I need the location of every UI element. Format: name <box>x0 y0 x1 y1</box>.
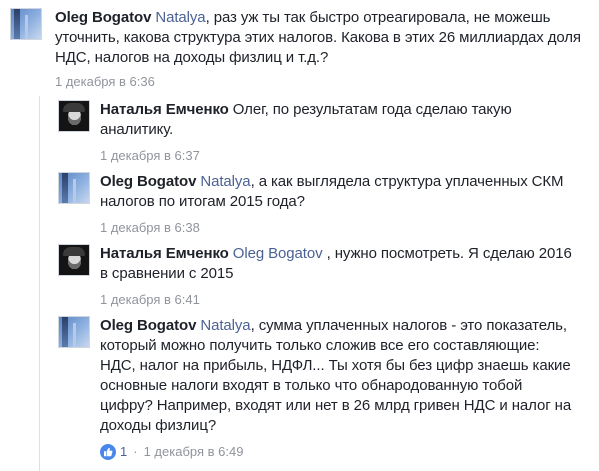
comment-text-line: налогов по итогам 2015 года? <box>100 193 305 210</box>
timestamp-link[interactable]: 1 декабря в 6:38 <box>100 220 200 236</box>
comment-text-line: уточнить, какова структура этих налогов.… <box>55 29 581 46</box>
avatar[interactable] <box>10 8 42 40</box>
comment-text-line: цифру? Например, входят или нет в 26 млр… <box>100 397 572 414</box>
comment-text-line: , нужно посмотреть. Я сделаю 2016 <box>322 245 572 262</box>
comment-author[interactable]: Наталья Емченко <box>100 245 229 262</box>
mention-link[interactable]: Oleg Bogatov <box>233 245 323 262</box>
timestamp-link[interactable]: 1 декабря в 6:37 <box>100 148 200 164</box>
comment-meta: 1 декабря в 6:38 <box>100 220 563 236</box>
mention-link[interactable]: Natalya <box>200 317 250 334</box>
comment-reply: Oleg Bogatov Natalya, а как выглядела ст… <box>58 172 564 236</box>
comment-meta: 1 · 1 декабря в 6:49 <box>100 444 571 460</box>
comment-text-line: Олег, по результатам года сделаю такую <box>228 101 512 118</box>
mention-link[interactable]: Natalya <box>155 9 205 26</box>
reply-thread-line <box>39 96 40 471</box>
comment-reply: Наталья Емченко Oleg Bogatov , нужно пос… <box>58 244 572 308</box>
comment-reply: Наталья Емченко Олег, по результатам год… <box>58 100 512 164</box>
timestamp-link[interactable]: 1 декабря в 6:49 <box>144 444 244 460</box>
comment-reply: Oleg Bogatov Natalya, сумма уплаченных н… <box>58 316 571 460</box>
avatar[interactable] <box>58 244 90 276</box>
comment-meta: 1 декабря в 6:36 <box>55 74 581 90</box>
comment: Oleg Bogatov Natalya, раз уж ты так быст… <box>10 8 581 90</box>
avatar[interactable] <box>58 100 90 132</box>
timestamp-link[interactable]: 1 декабря в 6:41 <box>100 292 200 308</box>
comment-meta: 1 декабря в 6:41 <box>100 292 572 308</box>
thumbs-up-icon[interactable] <box>100 444 116 460</box>
comment-text-line: аналитику. <box>100 121 174 138</box>
comment-author[interactable]: Oleg Bogatov <box>100 317 196 334</box>
mention-link[interactable]: Natalya <box>200 173 250 190</box>
comment-text: Наталья Емченко Oleg Bogatov , нужно пос… <box>100 244 572 284</box>
comment-text-line: доходы физлиц? <box>100 417 217 434</box>
avatar[interactable] <box>58 172 90 204</box>
comment-text: Oleg Bogatov Natalya, раз уж ты так быст… <box>55 8 581 68</box>
comment-text-line: , раз уж ты так быстро отреагировала, не… <box>205 9 551 26</box>
comment-text-line: в сравнении с 2015 <box>100 265 234 282</box>
comment-meta: 1 декабря в 6:37 <box>100 148 512 164</box>
comment-author[interactable]: Oleg Bogatov <box>100 173 196 190</box>
comment-text: Наталья Емченко Олег, по результатам год… <box>100 100 512 140</box>
comment-text-line: , а как выглядела структура уплаченных С… <box>250 173 564 190</box>
comment-text: Oleg Bogatov Natalya, сумма уплаченных н… <box>100 316 571 436</box>
comment-text: Oleg Bogatov Natalya, а как выглядела ст… <box>100 172 564 212</box>
comment-text-line: НДС, налог на прибыль, НДФЛ... Ты хотя б… <box>100 357 571 374</box>
like-count[interactable]: 1 <box>120 444 127 460</box>
comment-text-line: который можно получить только сложив все… <box>100 337 540 354</box>
comment-text-line: , сумма уплаченных налогов - это показат… <box>250 317 567 334</box>
comment-text-line: основные налоги входят в только что обна… <box>100 377 523 394</box>
timestamp-link[interactable]: 1 декабря в 6:36 <box>55 74 155 90</box>
meta-separator: · <box>133 444 138 459</box>
comment-text-line: НДС, налогов на доходы физлиц и т.д.? <box>55 49 329 66</box>
comment-author[interactable]: Oleg Bogatov <box>55 9 151 26</box>
comment-author[interactable]: Наталья Емченко <box>100 101 229 118</box>
avatar[interactable] <box>58 316 90 348</box>
